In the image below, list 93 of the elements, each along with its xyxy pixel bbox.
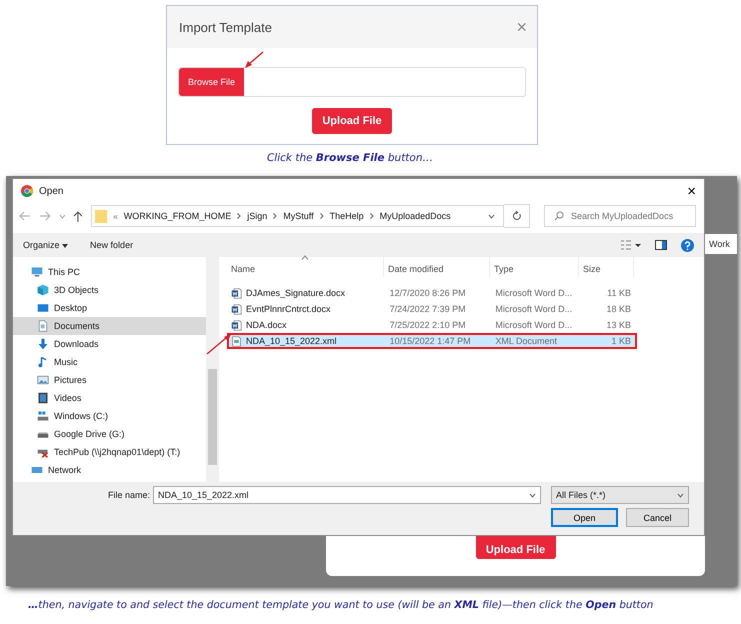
dialog-button[interactable]: Cancel bbox=[626, 508, 689, 527]
sort-caret-icon bbox=[301, 255, 309, 260]
nav-item[interactable]: 3D Objects bbox=[13, 281, 206, 299]
file-name: DJAmes_Signature.docx bbox=[246, 288, 346, 298]
view-options-icon[interactable] bbox=[621, 240, 641, 250]
address-bar[interactable]: « WORKING_FROM_HOME jSign MyStuff TheHelp MyUploadedDocs bbox=[91, 205, 504, 227]
type-cell-text: Microsoft Word D... bbox=[494, 288, 574, 298]
file-row[interactable]: NDA.docx 7/25/2022 2:10 PM Microsoft Word D... 13 KB bbox=[227, 317, 637, 333]
column-header[interactable]: Type bbox=[490, 255, 579, 277]
organize-menu[interactable]: Organize bbox=[23, 240, 68, 250]
tab-label: Work bbox=[705, 234, 737, 254]
nav-item[interactable]: Network bbox=[13, 461, 206, 479]
file-name: NDA_10_15_2022.xml bbox=[246, 336, 337, 346]
music-icon bbox=[37, 356, 49, 368]
file-row[interactable]: DJAmes_Signature.docx 12/7/2020 8:26 PM Microsoft Word D... 11 KB bbox=[227, 285, 637, 301]
close-button[interactable]: × bbox=[687, 182, 696, 200]
dialog-title: Import Template bbox=[179, 20, 272, 34]
documents-icon bbox=[37, 320, 49, 332]
preview-pane-icon[interactable] bbox=[655, 240, 667, 250]
nav-item[interactable]: Google Drive (G:) bbox=[13, 425, 206, 443]
pictures-icon bbox=[37, 374, 49, 386]
date-cell-text: 7/25/2022 2:10 PM bbox=[388, 320, 467, 330]
size-cell-text: 13 KB bbox=[605, 320, 632, 330]
size-cell-text: 11 KB bbox=[606, 288, 632, 298]
nav-item[interactable]: Windows (C:) bbox=[13, 407, 206, 425]
file-name: EvntPlnnrCntrct.docx bbox=[246, 304, 331, 314]
nav-item[interactable]: Music bbox=[13, 353, 206, 371]
column-header[interactable]: Date modified bbox=[384, 255, 490, 277]
help-icon[interactable] bbox=[681, 238, 694, 252]
browser-logo-icon bbox=[21, 185, 33, 197]
type-cell-text: XML Document bbox=[494, 336, 558, 346]
search-field[interactable]: Search MyUploadedDocs bbox=[544, 205, 696, 227]
browse-file-button[interactable]: Browse File bbox=[179, 68, 244, 96]
nav-item[interactable]: Desktop bbox=[13, 299, 206, 317]
desktop-icon bbox=[37, 302, 49, 314]
cube-icon bbox=[37, 284, 49, 296]
chevron-icon bbox=[320, 213, 324, 219]
word-document-icon bbox=[231, 304, 242, 314]
size-cell-text: 18 KB bbox=[605, 304, 632, 314]
caret-icon bbox=[62, 244, 68, 248]
nav-item[interactable]: Documents bbox=[13, 317, 206, 335]
breadcrumb[interactable]: jSign bbox=[247, 211, 268, 221]
nav-item[interactable]: This PC bbox=[13, 263, 206, 281]
up-arrow-icon[interactable] bbox=[73, 210, 84, 222]
upload-file-button[interactable]: Upload File bbox=[312, 108, 392, 134]
new-folder-button[interactable]: New folder bbox=[90, 240, 134, 250]
chevron-icon bbox=[273, 213, 278, 219]
dropdown-icon[interactable] bbox=[529, 492, 536, 498]
column-header[interactable]: Size bbox=[579, 255, 634, 277]
annotation-arrow bbox=[243, 51, 265, 69]
pc-icon bbox=[31, 266, 43, 278]
window-title: Open bbox=[39, 186, 64, 196]
file-row[interactable]: EvntPlnnrCntrct.docx 7/24/2022 7:39 PM Microsoft Word D... 18 KB bbox=[227, 301, 637, 317]
word-document-icon bbox=[231, 320, 242, 330]
word-document-icon bbox=[231, 288, 242, 298]
nav-item[interactable]: Pictures bbox=[13, 371, 206, 389]
xml-document-icon bbox=[231, 336, 242, 346]
folder-icon bbox=[95, 209, 108, 223]
annotation-arrow bbox=[206, 333, 232, 355]
dropdown-icon[interactable] bbox=[488, 214, 494, 218]
column-header[interactable]: Name bbox=[227, 255, 384, 277]
breadcrumb[interactable]: MyStuff bbox=[283, 211, 314, 221]
file-type-dropdown[interactable]: All Files (*.*) bbox=[551, 486, 689, 504]
videos-icon bbox=[37, 392, 49, 404]
dropdown-icon[interactable] bbox=[677, 492, 684, 498]
date-cell-text: 10/15/2022 1:47 PM bbox=[388, 336, 472, 346]
scrollbar-thumb[interactable] bbox=[208, 369, 217, 465]
search-icon bbox=[554, 211, 564, 221]
refresh-icon[interactable] bbox=[504, 204, 530, 228]
dialog-button[interactable]: Open bbox=[551, 508, 618, 527]
network-icon bbox=[31, 464, 43, 476]
type-cell-text: Microsoft Word D... bbox=[494, 320, 574, 330]
caption: …then, navigate to and select the document template you want to use (will be an XML file)—then click the Open button bbox=[28, 599, 654, 611]
downloads-icon bbox=[37, 338, 49, 350]
caption: Click the Browse File button… bbox=[266, 152, 434, 164]
field-label: File name: bbox=[106, 490, 151, 500]
breadcrumb[interactable]: TheHelp bbox=[330, 211, 364, 221]
breadcrumb[interactable]: MyUploadedDocs bbox=[380, 211, 451, 221]
chevron-icon bbox=[237, 213, 242, 219]
date-cell-text: 12/7/2020 8:26 PM bbox=[388, 288, 467, 298]
nav-item[interactable]: TechPub (\\j2hqnap01\dept) (T:) bbox=[13, 443, 206, 461]
system-drive-icon bbox=[37, 410, 49, 422]
chevron-icon bbox=[370, 213, 374, 219]
nav-item[interactable]: Videos bbox=[13, 389, 206, 407]
nav-item[interactable]: Downloads bbox=[13, 335, 206, 353]
overflow-chevron: « bbox=[113, 212, 118, 220]
size-cell-text: 1 KB bbox=[610, 336, 632, 346]
date-cell-text: 7/24/2022 7:39 PM bbox=[388, 304, 467, 314]
file-name-field[interactable]: NDA_10_15_2022.xml bbox=[153, 486, 541, 504]
file-name: NDA.docx bbox=[246, 320, 287, 330]
file-row[interactable]: NDA_10_15_2022.xml 10/15/2022 1:47 PM XML Document 1 KB bbox=[227, 333, 637, 349]
type-cell-text: Microsoft Word D... bbox=[494, 304, 574, 314]
breadcrumb[interactable]: WORKING_FROM_HOME bbox=[124, 211, 232, 221]
